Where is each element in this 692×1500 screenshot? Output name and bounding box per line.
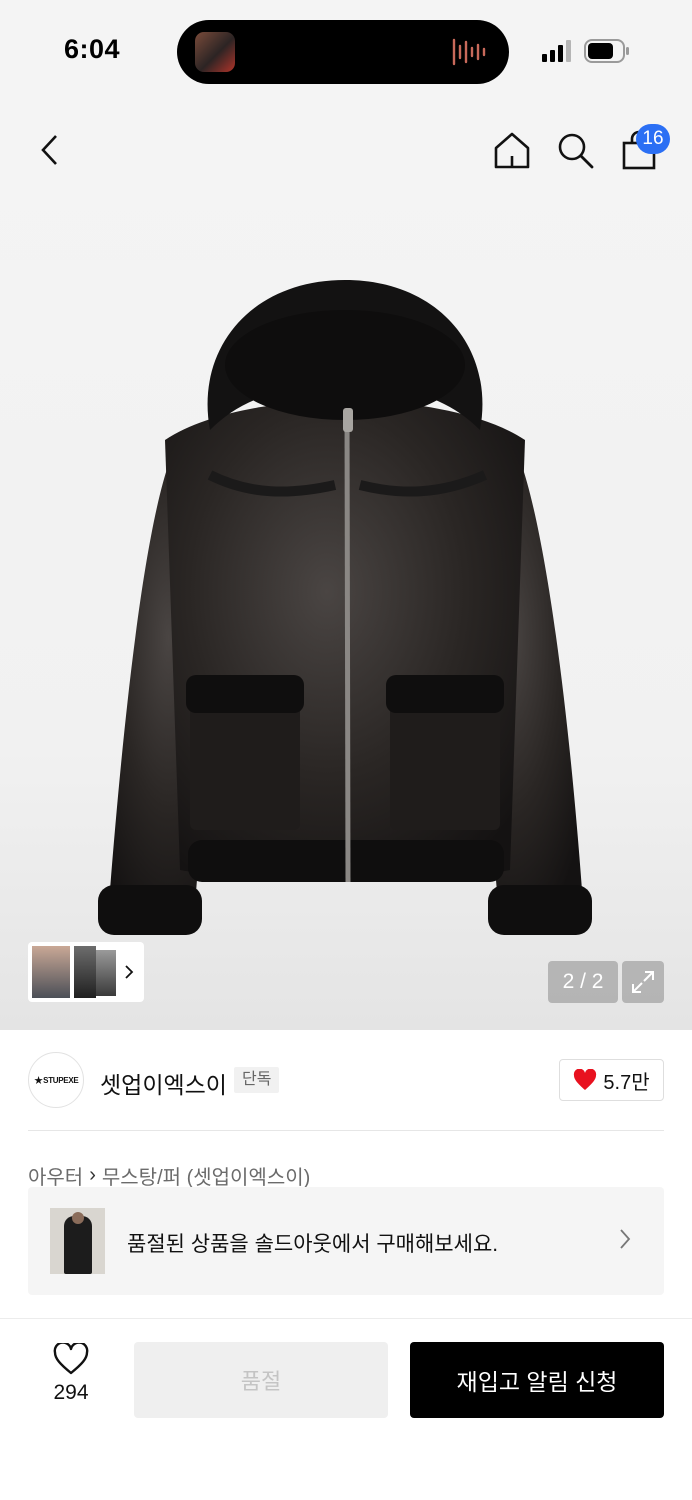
brand-row: ★ STUPEXE 셋업이엑스이 단독 5.7만 [28,1052,664,1110]
brand-logo[interactable]: ★ STUPEXE [28,1052,84,1108]
breadcrumb: 아우터 › 무스탕/퍼 (셋업이엑스이) [28,1161,310,1190]
expand-icon [632,971,654,993]
cart-count-badge: 16 [636,124,670,154]
heart-filled-icon [574,1069,597,1090]
divider [28,1130,664,1131]
breadcrumb-parent[interactable]: 아우터 [28,1161,83,1190]
chevron-left-icon [41,135,57,165]
wishlist-button[interactable]: 294 [36,1343,106,1413]
exclusive-badge: 단독 [234,1067,280,1093]
audio-wave-icon [452,38,486,66]
image-counter: 2 / 2 [548,961,618,1003]
soldout-promo-banner[interactable]: 품절된 상품을 솔드아웃에서 구매해보세요. [28,1187,664,1295]
wishlist-count: 294 [53,1381,89,1404]
star-icon: ★ [33,1074,44,1087]
product-image-shearling-jacket [98,280,592,935]
search-button[interactable] [553,128,597,172]
status-bar: 6:04 [0,0,692,100]
thumbnail-images [32,946,118,998]
fullscreen-button[interactable] [622,961,664,1003]
brand-name[interactable]: 셋업이엑스이 [100,1066,227,1100]
now-playing-artwork [195,32,235,72]
home-icon [494,132,530,169]
dynamic-island[interactable] [177,20,509,84]
product-page: 6:04 16 2 / 2 ★ STUPEXE 셋업이엑스이 단독 5.7만 아… [0,0,692,1500]
chevron-right-icon [620,1229,631,1249]
heart-outline-icon [53,1343,89,1375]
back-button[interactable] [28,128,72,172]
status-time: 6:04 [64,34,121,64]
breadcrumb-separator: › [89,1164,96,1186]
restock-alert-button[interactable]: 재입고 알림 신청 [410,1342,664,1418]
breadcrumb-child[interactable]: 무스탕/퍼 (셋업이엑스이) [102,1161,310,1190]
thumbnail-strip[interactable] [28,942,144,1002]
cellular-signal-icon [542,40,571,62]
search-icon [558,133,594,169]
soldout-button: 품절 [134,1342,388,1418]
bottom-bar-divider [0,1318,692,1319]
battery-icon [584,39,629,63]
promo-text: 품절된 상품을 솔드아웃에서 구매해보세요. [127,1233,499,1256]
home-button[interactable] [490,128,534,172]
product-image-gallery[interactable]: 16 2 / 2 [0,100,692,1030]
promo-thumbnail [50,1208,105,1274]
brand-like-button[interactable]: 5.7만 [559,1059,664,1101]
chevron-right-icon [118,964,140,980]
brand-like-count: 5.7만 [603,1071,650,1094]
